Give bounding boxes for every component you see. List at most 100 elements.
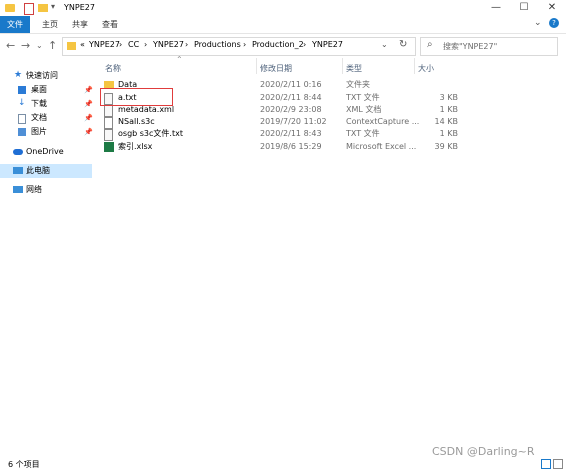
- breadcrumb-item[interactable]: YNPE27: [312, 40, 343, 49]
- sidebar-item-pictures[interactable]: 图片 📌: [0, 126, 93, 138]
- network-icon: [13, 186, 23, 193]
- address-bar[interactable]: « YNPE27 › CC › YNPE27 › Productions › P…: [62, 37, 416, 56]
- cloud-icon: [13, 149, 23, 155]
- file-name: NSall.s3c: [118, 117, 155, 126]
- search-icon: ⌕: [427, 39, 433, 50]
- file-type: TXT 文件: [346, 93, 380, 102]
- star-icon: ★: [14, 70, 23, 80]
- tab-view[interactable]: 查看: [102, 16, 118, 33]
- sidebar-item-label: OneDrive: [26, 147, 64, 156]
- breadcrumb-separator[interactable]: ›: [185, 40, 188, 49]
- file-name: 索引.xlsx: [118, 142, 153, 151]
- file-size: 14 KB: [434, 117, 458, 126]
- column-header-date[interactable]: 修改日期: [260, 63, 292, 74]
- tab-share[interactable]: 共享: [72, 16, 88, 33]
- search-input[interactable]: 搜索"YNPE27": [443, 41, 497, 52]
- minimize-button[interactable]: —: [482, 0, 510, 16]
- up-button[interactable]: ↑: [48, 39, 57, 52]
- sidebar-item-network[interactable]: 网络: [0, 184, 92, 196]
- sidebar-item-onedrive[interactable]: OneDrive: [0, 146, 92, 158]
- sidebar-item-downloads[interactable]: ↓ 下载 📌: [0, 98, 93, 110]
- breadcrumb-item[interactable]: YNPE27: [153, 40, 184, 49]
- back-button[interactable]: ←: [6, 39, 15, 52]
- excel-file-icon: [104, 142, 114, 152]
- sidebar-item-quick-access[interactable]: ★ 快速访问: [0, 70, 92, 82]
- quick-access-dropdown-icon[interactable]: ▾: [51, 2, 55, 11]
- breadcrumb-separator[interactable]: ›: [119, 40, 122, 49]
- sidebar-item-label: 快速访问: [26, 71, 58, 80]
- title-bar: ▾ YNPE27 — ☐ ✕: [0, 0, 566, 16]
- sidebar-item-label: 下载: [31, 99, 47, 108]
- maximize-button[interactable]: ☐: [510, 0, 538, 16]
- sidebar-item-documents[interactable]: 文档 📌: [0, 112, 93, 124]
- breadcrumb-item[interactable]: YNPE27: [89, 40, 120, 49]
- help-icon[interactable]: ?: [549, 18, 559, 28]
- file-row[interactable]: NSall.s3c 2019/7/20 11:02 ContextCapture…: [96, 116, 460, 129]
- watermark: CSDN @Darling~R: [432, 445, 535, 458]
- breadcrumb-separator[interactable]: ›: [303, 40, 306, 49]
- sidebar-item-label: 文档: [31, 113, 47, 122]
- pin-icon: 📌: [84, 100, 93, 108]
- breadcrumb-separator[interactable]: ›: [144, 40, 147, 49]
- sidebar-item-label: 此电脑: [26, 166, 50, 175]
- column-divider[interactable]: [256, 58, 257, 74]
- sidebar-item-label: 网络: [26, 185, 42, 194]
- new-folder-icon[interactable]: [38, 4, 48, 12]
- desktop-icon: [18, 86, 26, 94]
- sidebar-item-desktop[interactable]: 桌面 📌: [0, 84, 93, 96]
- expand-ribbon-icon[interactable]: ⌄: [534, 18, 542, 28]
- item-count: 6 个项目: [8, 460, 40, 469]
- file-date: 2020/2/11 8:44: [260, 93, 322, 102]
- column-divider[interactable]: [414, 58, 415, 74]
- sidebar-item-label: 图片: [31, 127, 47, 136]
- document-icon: [18, 114, 26, 124]
- breadcrumb-overflow[interactable]: «: [80, 40, 85, 49]
- file-type: TXT 文件: [346, 129, 380, 138]
- column-header-type[interactable]: 类型: [346, 63, 362, 74]
- file-name: osgb s3c文件.txt: [118, 129, 183, 138]
- breadcrumb-item[interactable]: Production_2: [252, 40, 304, 49]
- breadcrumb-separator[interactable]: ›: [243, 40, 246, 49]
- pin-icon: 📌: [84, 114, 93, 122]
- column-header-size[interactable]: 大小: [418, 63, 434, 74]
- file-size: 39 KB: [434, 142, 458, 151]
- folder-icon: [67, 42, 76, 50]
- file-date: 2020/2/11 8:43: [260, 129, 322, 138]
- file-row[interactable]: osgb s3c文件.txt 2020/2/11 8:43 TXT 文件 1 K…: [96, 128, 460, 141]
- file-size: 1 KB: [439, 105, 458, 114]
- column-header-name[interactable]: 名称: [105, 63, 121, 74]
- text-file-icon: [104, 129, 113, 141]
- file-date: 2019/8/6 15:29: [260, 142, 322, 151]
- highlight-box: [100, 88, 173, 106]
- computer-icon: [13, 167, 23, 174]
- properties-icon[interactable]: [24, 3, 34, 15]
- close-button[interactable]: ✕: [538, 0, 566, 16]
- tab-home[interactable]: 主页: [42, 16, 58, 33]
- details-view-icon[interactable]: [541, 459, 551, 469]
- sort-indicator-icon: ⌃: [176, 55, 183, 64]
- column-divider[interactable]: [342, 58, 343, 74]
- sidebar-item-label: 桌面: [31, 85, 47, 94]
- folder-icon: [5, 4, 15, 12]
- file-date: 2020/2/11 0:16: [260, 80, 322, 89]
- file-date: 2019/7/20 11:02: [260, 117, 327, 126]
- search-box[interactable]: ⌕ 搜索"YNPE27": [420, 37, 558, 56]
- file-type: XML 文档: [346, 105, 382, 114]
- file-row[interactable]: 索引.xlsx 2019/8/6 15:29 Microsoft Excel .…: [96, 141, 460, 153]
- breadcrumb-item[interactable]: CC: [128, 40, 139, 49]
- address-dropdown-icon[interactable]: ⌄: [381, 40, 388, 49]
- file-size: 1 KB: [439, 129, 458, 138]
- file-size: 3 KB: [439, 93, 458, 102]
- refresh-icon[interactable]: ↻: [399, 39, 407, 50]
- status-bar: 6 个项目 CSDN @Darling~R: [0, 445, 566, 471]
- breadcrumb-item[interactable]: Productions: [194, 40, 241, 49]
- download-icon: ↓: [18, 98, 26, 108]
- large-icons-view-icon[interactable]: [553, 459, 563, 469]
- forward-button[interactable]: →: [21, 39, 30, 52]
- pictures-icon: [18, 128, 26, 136]
- tab-file[interactable]: 文件: [0, 16, 30, 33]
- window-title: YNPE27: [64, 3, 95, 12]
- sidebar-item-this-pc[interactable]: 此电脑: [0, 164, 92, 178]
- recent-dropdown-icon[interactable]: ⌄: [36, 41, 43, 50]
- file-date: 2020/2/9 23:08: [260, 105, 322, 114]
